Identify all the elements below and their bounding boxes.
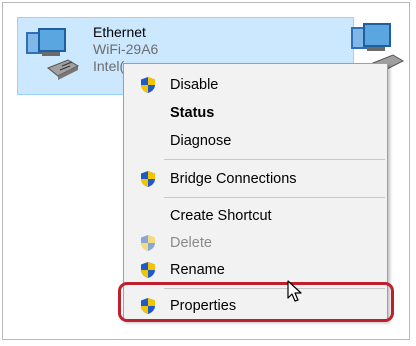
menu-item-rename[interactable]: Rename — [124, 257, 387, 283]
adapter-network: WiFi-29A6 — [93, 41, 159, 57]
menu-item-label: Rename — [170, 262, 225, 278]
menu-item-disable[interactable]: Disable — [124, 72, 387, 98]
menu-separator — [164, 197, 385, 198]
menu-item-label: Delete — [170, 235, 212, 251]
uac-shield-icon — [141, 262, 155, 278]
uac-shield-icon — [141, 171, 155, 187]
menu-item-label: Create Shortcut — [170, 208, 272, 224]
menu-item-label: Diagnose — [170, 133, 232, 149]
menu-item-label: Bridge Connections — [170, 171, 297, 187]
uac-shield-icon — [141, 77, 155, 93]
uac-shield-icon — [141, 235, 155, 251]
properties-highlight-box — [118, 282, 394, 322]
network-adapter-icon — [26, 28, 80, 80]
menu-item-label: Disable — [170, 77, 219, 93]
menu-separator — [164, 159, 385, 160]
menu-item-bridge-connections[interactable]: Bridge Connections — [124, 166, 387, 192]
menu-item-delete: Delete — [124, 230, 387, 256]
menu-item-diagnose[interactable]: Diagnose — [124, 128, 387, 154]
menu-item-label: Status — [170, 105, 215, 121]
adapter-name: Ethernet — [93, 24, 146, 40]
menu-item-status[interactable]: Status — [124, 100, 387, 126]
mouse-cursor-icon — [287, 280, 302, 302]
menu-item-create-shortcut[interactable]: Create Shortcut — [124, 203, 387, 229]
